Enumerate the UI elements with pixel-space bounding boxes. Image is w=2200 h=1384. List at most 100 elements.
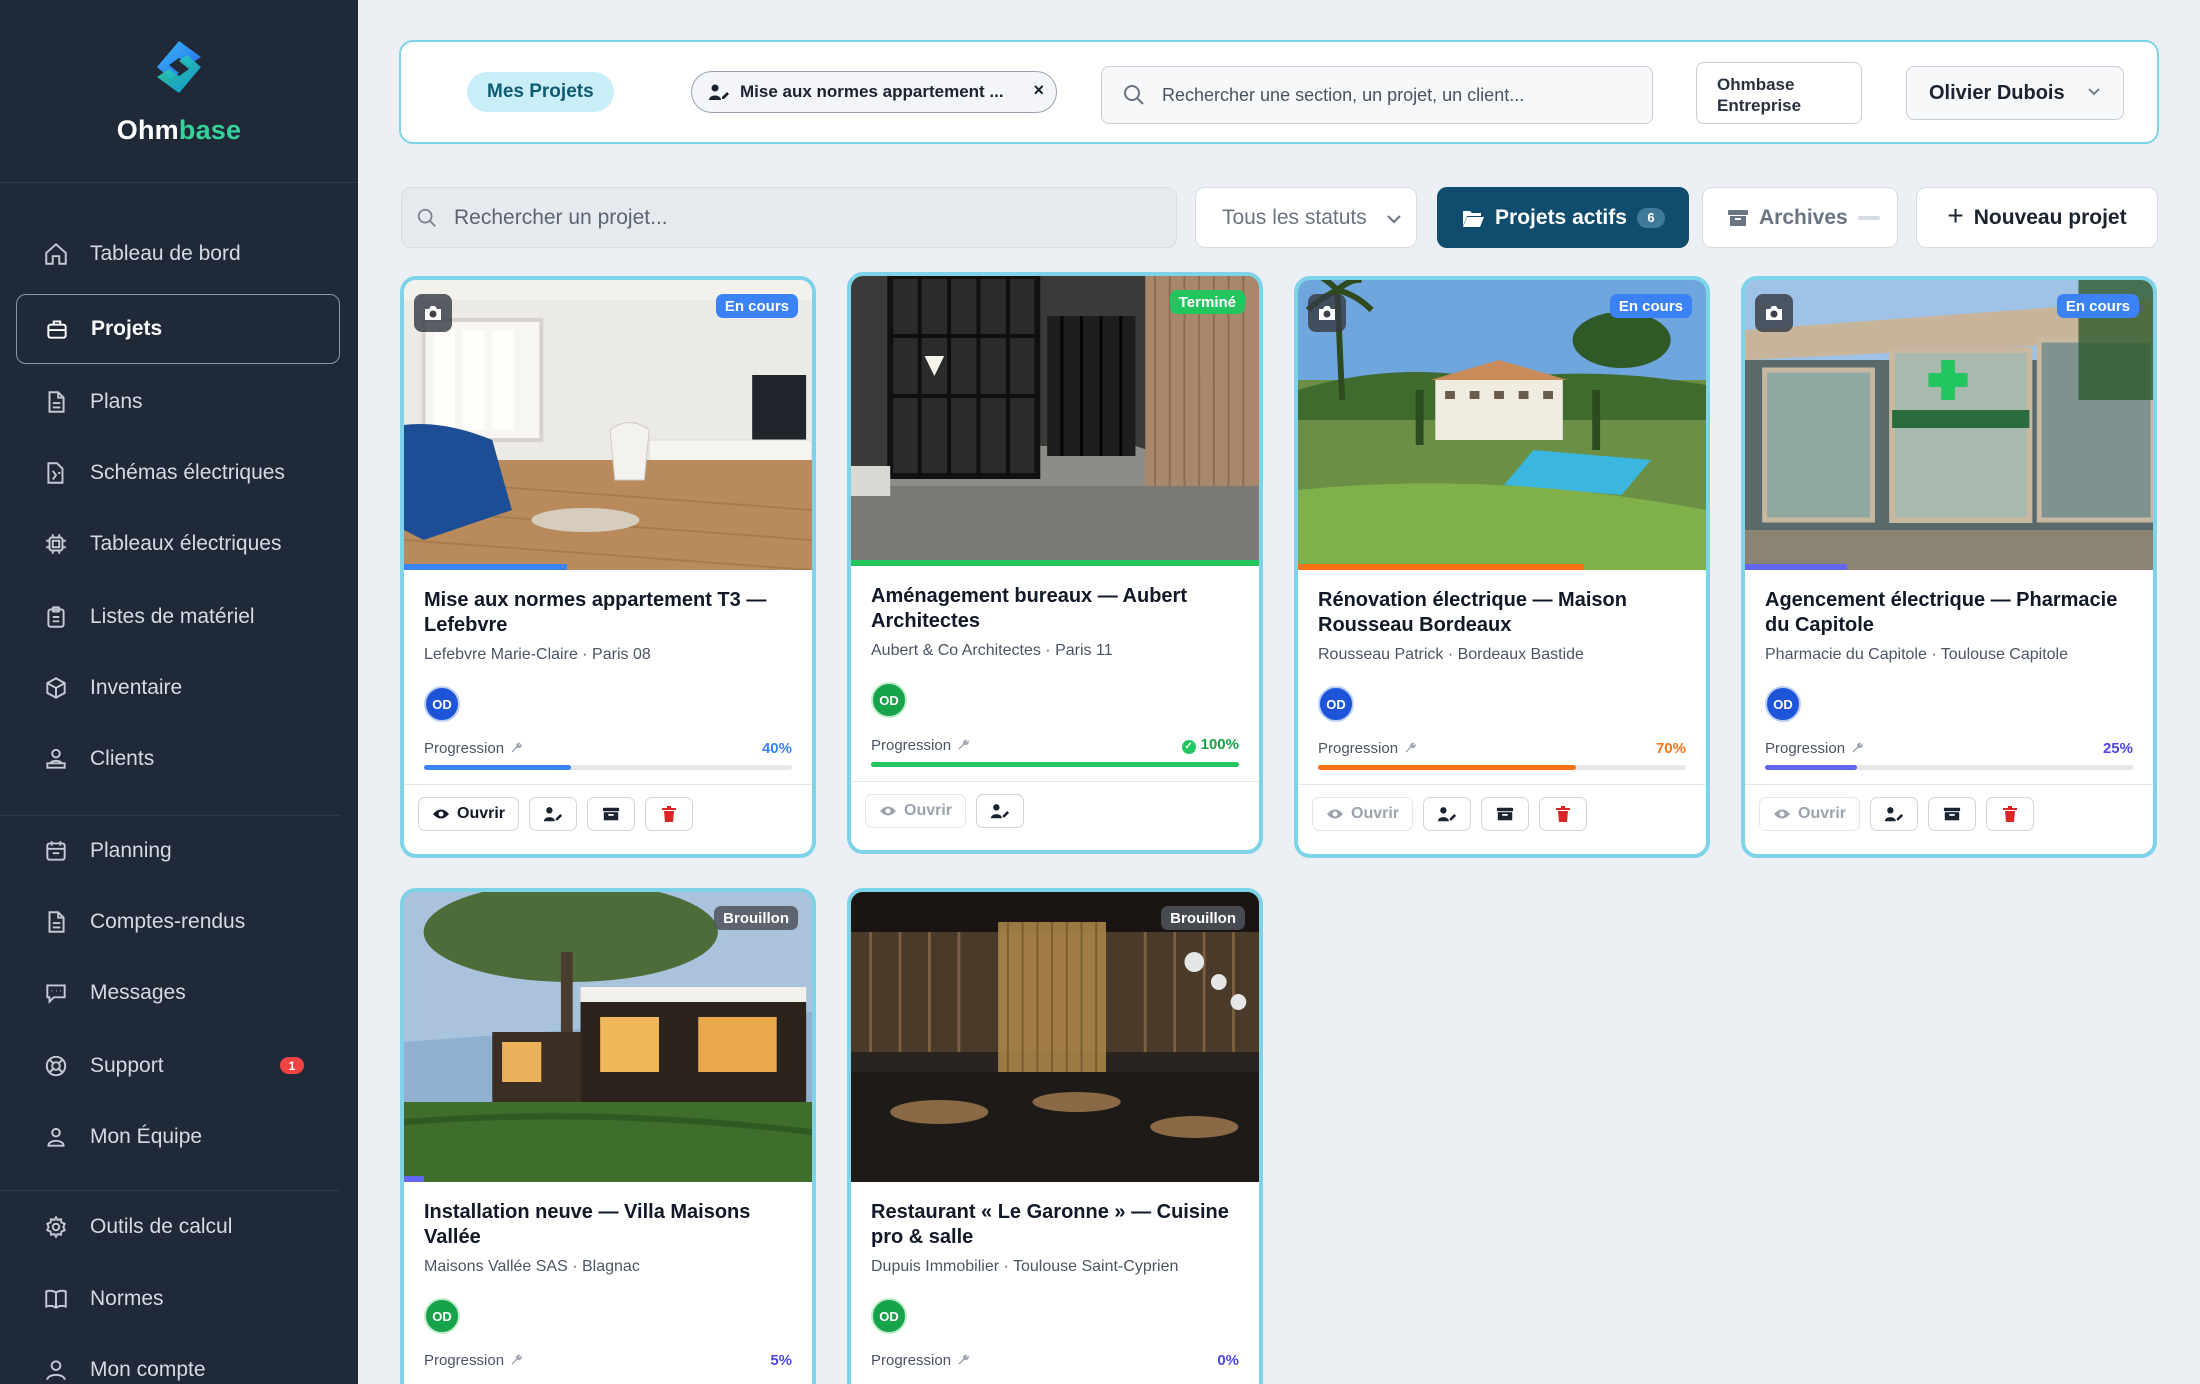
- progress-strip: [404, 564, 568, 570]
- project-title[interactable]: Restaurant « Le Garonne » — Cuisine pro …: [871, 1200, 1239, 1250]
- project-title[interactable]: Aménagement bureaux — Aubert Architectes: [871, 584, 1239, 634]
- user-menu[interactable]: Olivier Dubois: [1906, 66, 2124, 120]
- top-bar: Mes Projets Mise aux normes appartement …: [399, 40, 2159, 144]
- eye-icon: [1774, 809, 1790, 819]
- project-search-input[interactable]: Rechercher un projet...: [401, 187, 1177, 248]
- archive-icon: [1943, 807, 1961, 821]
- section-pill-mes-projets[interactable]: Mes Projets: [467, 72, 614, 112]
- sidebar-item-outils-de-calcul[interactable]: Outils de calcul: [16, 1192, 340, 1262]
- progress-bar: [1318, 765, 1686, 770]
- camera-button[interactable]: [1308, 294, 1346, 332]
- team-icon: [42, 1123, 70, 1151]
- assign-user-button[interactable]: [1423, 797, 1472, 831]
- chevron-down-icon: [2088, 88, 2100, 96]
- company-name: Ohmbase: [1717, 75, 1795, 94]
- book-icon: [42, 1285, 70, 1313]
- close-icon[interactable]: ×: [1033, 80, 1044, 101]
- project-title[interactable]: Rénovation électrique — Maison Rousseau …: [1318, 588, 1686, 638]
- project-client: Aubert & Co Architectes · Paris 11: [871, 642, 1113, 659]
- project-title[interactable]: Installation neuve — Villa Maisons Vallé…: [424, 1200, 792, 1250]
- camera-button[interactable]: [414, 294, 452, 332]
- sidebar-item-tableau-de-bord[interactable]: Tableau de bord: [16, 219, 340, 289]
- avatar: OD: [871, 1298, 907, 1334]
- project-card[interactable]: Terminé Aménagement bureaux — Aubert Arc…: [847, 272, 1263, 854]
- project-title[interactable]: Mise aux normes appartement T3 — Lefebvr…: [424, 588, 792, 638]
- global-search-input[interactable]: Rechercher une section, un projet, un cl…: [1101, 66, 1653, 124]
- sidebar-item-projets[interactable]: Projets: [16, 294, 340, 364]
- wrench-icon: [511, 742, 522, 753]
- company-selector[interactable]: Ohmbase Entreprise: [1696, 62, 1862, 124]
- check-circle-icon: ✓: [1181, 740, 1196, 754]
- sidebar-item-clients[interactable]: Clients: [16, 724, 340, 794]
- active-projects-button[interactable]: Projets actifs 6: [1437, 187, 1689, 248]
- progress-label: Progression: [1765, 740, 1863, 757]
- delete-button[interactable]: [1986, 797, 2035, 831]
- archive-icon: [1728, 209, 1748, 226]
- message-icon: [42, 979, 70, 1007]
- sidebar-item-mon-equipe[interactable]: Mon Équipe: [16, 1102, 340, 1172]
- archive-button[interactable]: [1481, 797, 1530, 831]
- sidebar-item-tableaux-electriques[interactable]: Tableaux électriques: [16, 509, 340, 579]
- sidebar-item-listes-de-materiel[interactable]: Listes de matériel: [16, 582, 340, 652]
- sidebar-item-support[interactable]: Support 1: [16, 1031, 340, 1101]
- sidebar-item-label: Normes: [90, 1287, 164, 1310]
- active-projects-count: 6: [1636, 207, 1665, 228]
- archive-button[interactable]: [587, 797, 636, 831]
- project-card[interactable]: En cours Mise aux normes appartement T3 …: [400, 276, 816, 858]
- delete-button[interactable]: [1539, 797, 1588, 831]
- sidebar-item-normes[interactable]: Normes: [16, 1264, 340, 1334]
- camera-button[interactable]: [1755, 294, 1793, 332]
- assign-user-button[interactable]: [529, 797, 578, 831]
- user-icon: [42, 1356, 70, 1384]
- delete-button[interactable]: [645, 797, 694, 831]
- assign-user-button[interactable]: [976, 794, 1025, 828]
- sidebar-item-inventaire[interactable]: Inventaire: [16, 653, 340, 723]
- brand[interactable]: Ohmbase: [0, 0, 358, 183]
- camera-icon: [425, 306, 441, 320]
- status-badge: Brouillon: [714, 906, 798, 930]
- open-button[interactable]: Ouvrir: [1312, 797, 1414, 831]
- user-edit-icon: [709, 84, 729, 100]
- project-client: Rousseau Patrick · Bordeaux Bastide: [1318, 646, 1584, 663]
- plus-icon: +: [1947, 200, 1964, 231]
- current-project-chip[interactable]: Mise aux normes appartement ... ×: [691, 71, 1057, 113]
- progress-percent: 70%: [1655, 740, 1686, 757]
- clients-icon: [42, 745, 70, 773]
- camera-icon: [1319, 306, 1335, 320]
- open-button[interactable]: Ouvrir: [418, 797, 520, 831]
- progress-percent: ✓ 100%: [1181, 736, 1239, 754]
- project-client: Lefebvre Marie-Claire · Paris 08: [424, 646, 651, 663]
- sidebar-item-planning[interactable]: Planning: [16, 816, 340, 886]
- eye-icon: [433, 809, 449, 819]
- status-filter-select[interactable]: Tous les statuts: [1195, 187, 1417, 248]
- wrench-icon: [958, 1354, 969, 1365]
- sidebar-item-label: Messages: [90, 981, 186, 1004]
- project-card[interactable]: Brouillon Restaurant « Le Garonne » — Cu…: [847, 888, 1263, 1384]
- archives-button[interactable]: Archives: [1702, 187, 1898, 248]
- sidebar-item-label: Mon compte: [90, 1358, 206, 1381]
- project-card[interactable]: Brouillon Installation neuve — Villa Mai…: [400, 888, 816, 1384]
- report-icon: [42, 908, 70, 936]
- open-button[interactable]: Ouvrir: [1759, 797, 1861, 831]
- gear-icon: [42, 1213, 70, 1241]
- sidebar-item-plans[interactable]: Plans: [16, 367, 340, 437]
- camera-icon: [1766, 306, 1782, 320]
- global-search-placeholder: Rechercher une section, un projet, un cl…: [1162, 84, 1525, 105]
- sidebar-item-messages[interactable]: Messages: [16, 958, 340, 1028]
- office-image: [851, 276, 1259, 566]
- archive-button[interactable]: [1928, 797, 1977, 831]
- sidebar-item-label: Schémas électriques: [90, 461, 285, 484]
- status-badge: En cours: [2056, 294, 2139, 318]
- project-card[interactable]: En cours Agencement électrique — Pharmac…: [1741, 276, 2157, 858]
- progress-fill: [1318, 765, 1576, 770]
- open-button[interactable]: Ouvrir: [865, 794, 967, 828]
- sidebar-item-mon-compte[interactable]: Mon compte: [16, 1335, 340, 1384]
- assign-user-button[interactable]: [1870, 797, 1919, 831]
- project-title[interactable]: Agencement électrique — Pharmacie du Cap…: [1765, 588, 2133, 638]
- lifebuoy-icon: [42, 1052, 70, 1080]
- new-project-button[interactable]: + Nouveau projet: [1916, 187, 2158, 248]
- sidebar-item-comptes-rendus[interactable]: Comptes-rendus: [16, 887, 340, 957]
- sidebar-item-label: Tableaux électriques: [90, 532, 282, 555]
- sidebar-item-schemas-electriques[interactable]: Schémas électriques: [16, 438, 340, 508]
- project-card[interactable]: En cours Rénovation électrique — Maison …: [1294, 276, 1710, 858]
